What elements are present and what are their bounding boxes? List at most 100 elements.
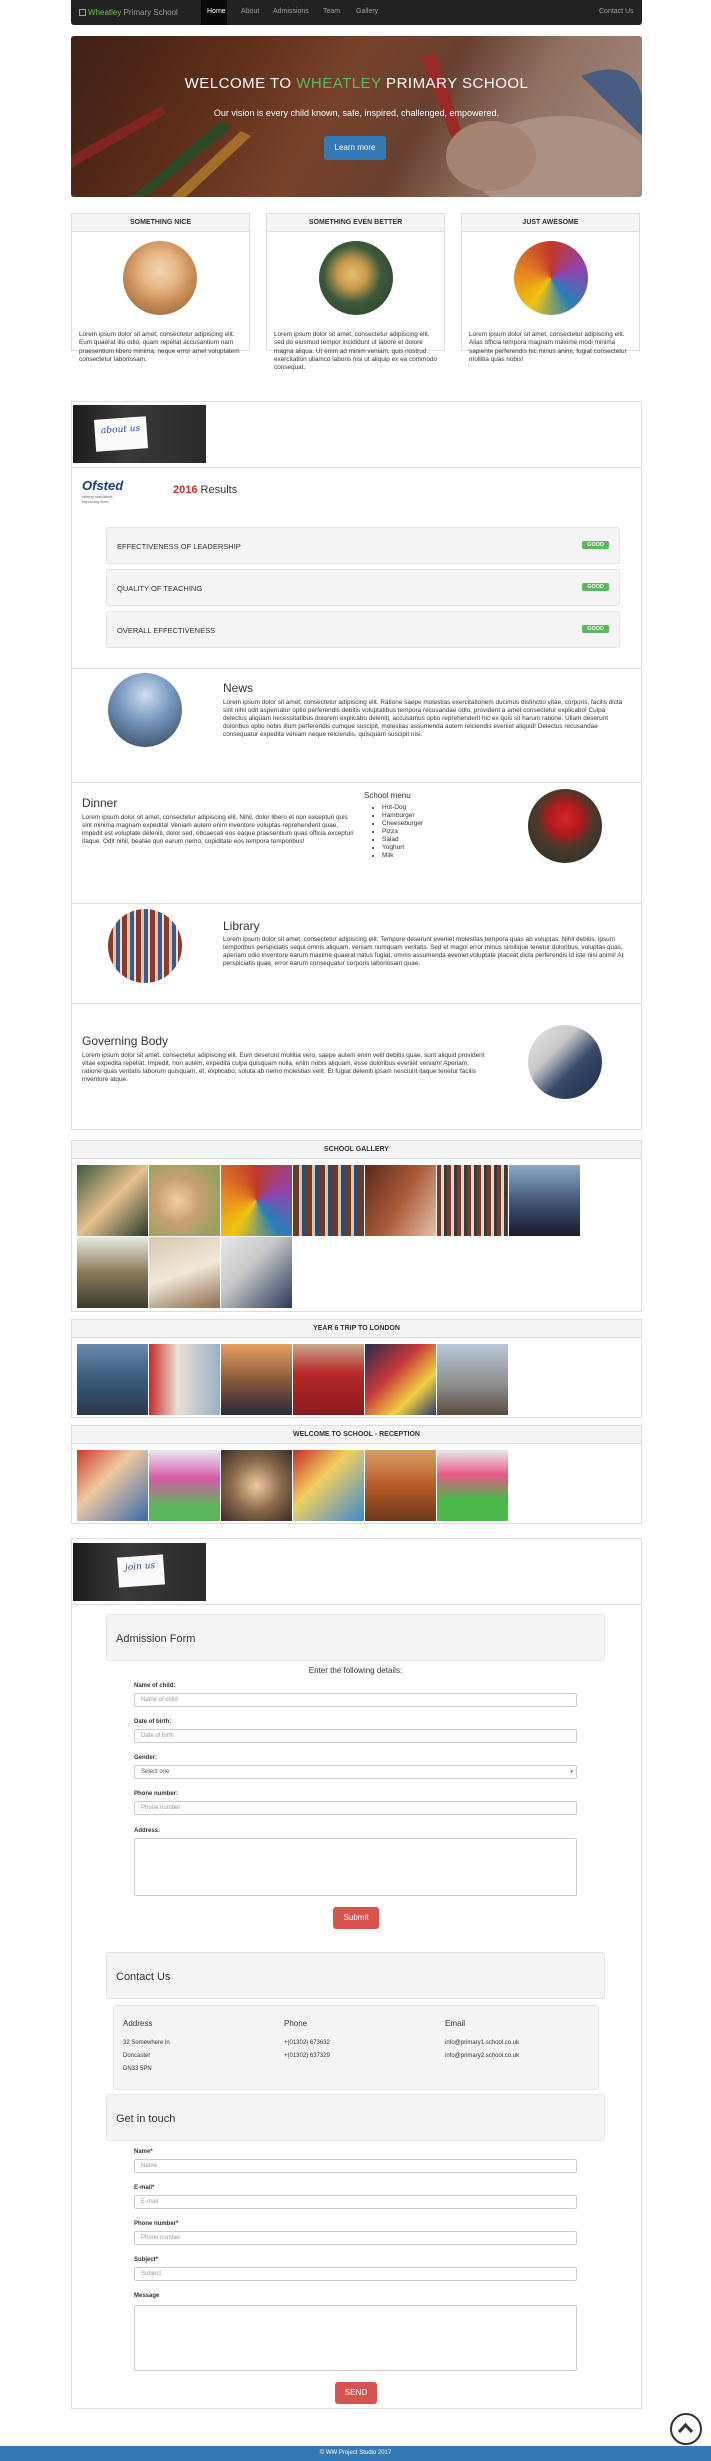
nav-team[interactable]: Team [323, 8, 340, 15]
gallery-photo[interactable] [293, 1344, 364, 1415]
gallery-photo[interactable] [221, 1237, 292, 1308]
address-textarea[interactable] [134, 1838, 577, 1896]
brand[interactable]: Wheatley Primary School [79, 8, 178, 17]
footer: © WW Project Studio 2017 [0, 2446, 711, 2461]
touch-name-input[interactable]: Name [134, 2159, 577, 2173]
gender-select[interactable]: Select one ▾ [134, 1765, 577, 1779]
nav-gallery[interactable]: Gallery [356, 8, 378, 15]
divider [71, 668, 642, 669]
gallery-photo[interactable] [365, 1344, 436, 1415]
navbar: Wheatley Primary School Home About Admis… [71, 0, 642, 25]
address-label: Address: [134, 1828, 161, 1834]
email-address[interactable]: info@primary1.school.co.uk [445, 2037, 519, 2050]
feature-text: Lorem ipsum dolor sit amet, consectetur … [469, 331, 627, 363]
results-year: 2016 [173, 484, 198, 496]
gallery-photo[interactable] [149, 1344, 220, 1415]
divider [71, 782, 642, 783]
nav-admissions[interactable]: Admissions [273, 8, 309, 15]
address-lines: 32 Somewhere in Doncaster DN33 5PN [123, 2037, 170, 2076]
menu-item: Yoghurt [382, 844, 423, 852]
chevron-up-icon [677, 2422, 694, 2434]
results-heading: 2016 Results [173, 484, 237, 496]
send-button[interactable]: SEND [335, 2382, 377, 2404]
gallery-photo[interactable] [365, 1165, 436, 1236]
gallery-photo[interactable] [149, 1165, 220, 1236]
menu-list: Hot-Dog Hamburger Cheeseburger Pizza Sal… [382, 804, 423, 860]
address-heading: Address [123, 2019, 153, 2028]
governing-title: Governing Body [82, 1034, 169, 1048]
gallery-photo[interactable] [221, 1165, 292, 1236]
gender-value: Select one [141, 1769, 170, 1775]
gallery-photo[interactable] [77, 1344, 148, 1415]
feature-text: Lorem ipsum dolor sit amet, consectetur … [79, 331, 240, 363]
touch-subject-input[interactable]: Subject [134, 2267, 577, 2281]
touch-phone-input[interactable]: Phone number [134, 2231, 577, 2245]
gallery-title: YEAR 6 TRIP TO LONDON [72, 1320, 641, 1338]
hero-title: WELCOME TO WHEATLEY PRIMARY SCHOOL [71, 75, 642, 92]
nav-contact[interactable]: Contact Us [599, 8, 634, 15]
rating-label: EFFECTIVENESS OF LEADERSHIP [117, 542, 241, 551]
news-photo [108, 673, 182, 747]
touch-name-label: Name* [134, 2149, 153, 2155]
gallery-photo[interactable] [149, 1237, 220, 1308]
rating-label: QUALITY OF TEACHING [117, 584, 203, 593]
gallery-photo[interactable] [437, 1450, 508, 1521]
gallery-photo[interactable] [221, 1450, 292, 1521]
nav-about[interactable]: About [241, 8, 259, 15]
touch-email-input[interactable]: E-mail [134, 2195, 577, 2209]
gallery-photo[interactable] [149, 1450, 220, 1521]
address-line: 32 Somewhere in [123, 2040, 170, 2046]
nav-home[interactable]: Home [207, 8, 226, 15]
gallery-photo[interactable] [293, 1450, 364, 1521]
ofsted-tagline: raising standards improving lives [82, 494, 113, 504]
phone-input[interactable]: Phone number [134, 1801, 577, 1815]
chevron-down-icon: ▾ [570, 1769, 573, 1775]
learn-more-button[interactable]: Learn more [324, 136, 386, 160]
gallery-photo[interactable] [365, 1450, 436, 1521]
child-name-input[interactable]: Name of child [134, 1693, 577, 1707]
gallery-photo[interactable] [437, 1344, 508, 1415]
hero-title-a: WELCOME TO [184, 75, 297, 92]
school-logo-icon [79, 9, 86, 16]
gallery-photo[interactable] [77, 1237, 148, 1308]
gallery-photo[interactable] [293, 1165, 364, 1236]
news-text: Lorem ipsum dolor sit amet, consectetur … [223, 699, 623, 738]
hero-title-school: WHEATLEY [296, 75, 382, 92]
gallery-photo[interactable] [509, 1165, 580, 1236]
back-to-top-button[interactable] [670, 2413, 702, 2445]
gallery-photo[interactable] [77, 1165, 148, 1236]
governing-photo [528, 1025, 602, 1099]
chalkboard-photo [319, 241, 393, 315]
join-sign-text: join us [124, 1560, 156, 1574]
colorful-photo [514, 241, 588, 315]
admission-header: Admission Form [106, 1614, 605, 1661]
hero-subtitle: Our vision is every child known, safe, i… [213, 108, 500, 118]
divider [71, 1604, 642, 1605]
divider [71, 1003, 642, 1004]
contact-info: Address 32 Somewhere in Doncaster DN33 5… [113, 2005, 599, 2090]
email-address[interactable]: info@primary2.school.co.uk [445, 2050, 519, 2063]
touch-header: Get in touch [106, 2094, 605, 2141]
feature-text: Lorem ipsum dolor sit amet, consectetur … [274, 331, 438, 372]
dob-input[interactable]: Date of birth [134, 1729, 577, 1743]
gallery-photo[interactable] [437, 1165, 508, 1236]
footer-text: © WW Project Studio 2017 [319, 2450, 392, 2456]
address-line: Doncaster [123, 2053, 151, 2059]
gallery-photo[interactable] [77, 1450, 148, 1521]
gallery-photo[interactable] [221, 1344, 292, 1415]
brand-suffix: Primary School [121, 8, 178, 17]
rating-label: OVERALL EFFECTIVENESS [117, 626, 216, 635]
rating-badge: GOOD [582, 625, 609, 633]
touch-title: Get in touch [116, 2113, 176, 2125]
rating-badge: GOOD [582, 541, 609, 549]
dinner-title: Dinner [82, 796, 118, 810]
address-line: DN33 5PN [123, 2066, 152, 2072]
menu-item: Pizza [382, 828, 423, 836]
touch-message-textarea[interactable] [134, 2305, 577, 2371]
submit-button[interactable]: Submit [333, 1907, 379, 1929]
email-heading: Email [445, 2019, 466, 2028]
library-photo [108, 909, 182, 983]
gender-label: Gender: [134, 1755, 158, 1761]
touch-subject-label: Subject* [134, 2257, 159, 2263]
child-photo [123, 241, 197, 315]
